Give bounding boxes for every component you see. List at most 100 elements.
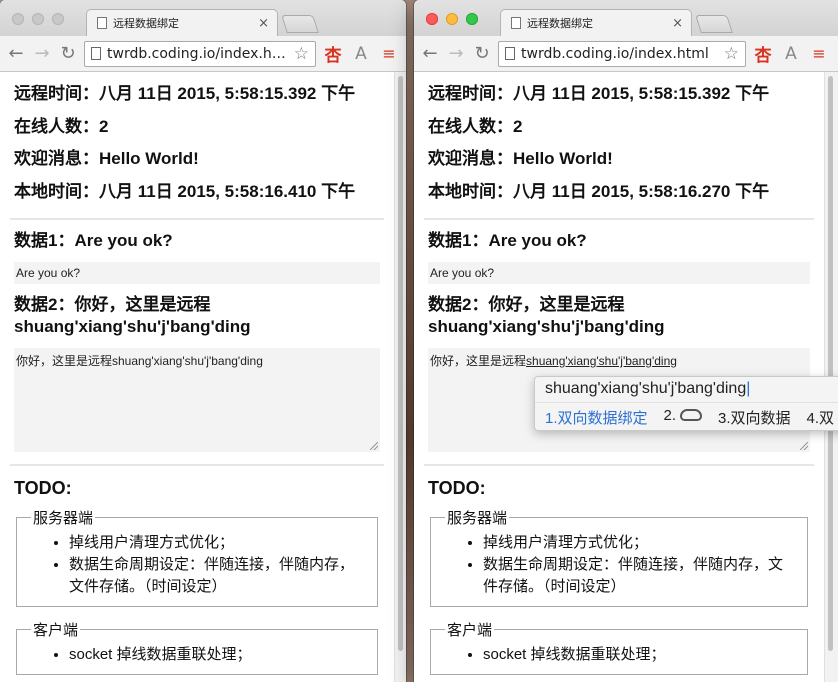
reload-button[interactable]: ↻ bbox=[58, 43, 78, 64]
tab-title: 远程数据绑定 bbox=[527, 17, 593, 30]
divider bbox=[424, 218, 814, 220]
toolbar: ← → ↻ twrdb.coding.io/index.html ☆ 杏 A ≡ bbox=[0, 36, 406, 72]
welcome-label: 欢迎消息： bbox=[428, 149, 513, 168]
angular-extension-icon[interactable]: A bbox=[780, 44, 802, 64]
ime-composition: shuang'xiang'shu'j'bang'ding| bbox=[535, 377, 838, 403]
local-time-line: 本地时间：八月 11日 2015, 5:58:16.410 下午 bbox=[14, 180, 380, 213]
data1-input[interactable]: Are you ok? bbox=[14, 262, 380, 284]
scrollbar[interactable] bbox=[394, 72, 406, 682]
welcome-line: 欢迎消息：Hello World! bbox=[428, 147, 810, 180]
data2-heading: 数据2：你好，这里是远程shuang'xiang'shu'j'bang'ding bbox=[428, 295, 665, 336]
data1-heading: 数据1：Are you ok? bbox=[428, 231, 587, 250]
client-todo-list: socket 掉线数据重联处理； bbox=[29, 644, 365, 666]
divider bbox=[424, 464, 814, 466]
data2-text: 你好，这里是远程 bbox=[430, 354, 527, 368]
welcome-line: 欢迎消息：Hello World! bbox=[14, 147, 380, 180]
ime-candidate[interactable]: 2. bbox=[664, 407, 703, 428]
resize-grip-icon[interactable] bbox=[370, 442, 378, 450]
local-time-label: 本地时间： bbox=[14, 181, 99, 201]
extension-xing-icon[interactable]: 杏 bbox=[322, 41, 344, 66]
window-controls bbox=[426, 13, 478, 25]
forward-button[interactable]: → bbox=[446, 43, 466, 64]
address-bar[interactable]: twrdb.coding.io/index.html ☆ bbox=[498, 40, 746, 67]
data1-input[interactable]: Are you ok? bbox=[428, 262, 810, 284]
new-tab-button[interactable] bbox=[695, 15, 733, 33]
tab-close-icon[interactable]: × bbox=[672, 16, 683, 31]
list-item: socket 掉线数据重联处理； bbox=[483, 644, 795, 666]
remote-time-label: 远程时间： bbox=[14, 84, 99, 103]
ime-candidate[interactable]: 1.双向数据绑定 bbox=[545, 407, 648, 428]
local-time-value: 八月 11日 2015, 5:58:16.410 下午 bbox=[99, 181, 356, 201]
forward-button[interactable]: → bbox=[32, 43, 52, 64]
server-todo-list: 掉线用户清理方式优化； 数据生命周期设定：伴随连接，伴随内存，文件存储。（时间设… bbox=[443, 532, 795, 598]
remote-time-line: 远程时间：八月 11日 2015, 5:58:15.392 下午 bbox=[428, 82, 810, 115]
remote-time-label: 远程时间： bbox=[428, 84, 513, 103]
browser-window-right: 远程数据绑定 × ← → ↻ twrdb.coding.io/index.htm… bbox=[414, 0, 838, 682]
menu-icon[interactable]: ≡ bbox=[808, 44, 830, 63]
minimize-window-button[interactable] bbox=[446, 13, 458, 25]
document-icon bbox=[511, 17, 521, 29]
reload-button[interactable]: ↻ bbox=[472, 43, 492, 64]
document-icon bbox=[97, 17, 107, 29]
tab-close-icon[interactable]: × bbox=[258, 16, 269, 31]
page-content: 远程时间：八月 11日 2015, 5:58:15.392 下午 在线人数：2 … bbox=[0, 72, 394, 682]
tab-active[interactable]: 远程数据绑定 × bbox=[86, 9, 278, 36]
ime-caret: | bbox=[746, 380, 751, 397]
todo-title: TODO: bbox=[14, 478, 72, 498]
client-fieldset: 客户端 socket 掉线数据重联处理； bbox=[16, 619, 378, 675]
data2-text: 你好，这里是远程shuang'xiang'shu'j'bang'ding bbox=[16, 354, 263, 368]
server-fieldset: 服务器端 掉线用户清理方式优化； 数据生命周期设定：伴随连接，伴随内存，文件存储… bbox=[16, 507, 378, 607]
remote-time-value: 八月 11日 2015, 5:58:15.392 下午 bbox=[99, 84, 356, 103]
resize-grip-icon[interactable] bbox=[800, 442, 808, 450]
data2-heading: 数据2：你好，这里是远程shuang'xiang'shu'j'bang'ding bbox=[14, 295, 251, 336]
tab-strip: 远程数据绑定 × bbox=[414, 0, 838, 36]
remote-time-line: 远程时间：八月 11日 2015, 5:58:15.392 下午 bbox=[14, 82, 380, 115]
list-item: 掉线用户清理方式优化； bbox=[69, 532, 365, 554]
page-icon bbox=[505, 47, 515, 60]
back-button[interactable]: ← bbox=[420, 43, 440, 64]
page-icon bbox=[91, 47, 101, 60]
new-tab-button[interactable] bbox=[281, 15, 319, 33]
local-time-value: 八月 11日 2015, 5:58:16.270 下午 bbox=[513, 181, 770, 201]
tab-title: 远程数据绑定 bbox=[113, 17, 179, 30]
bookmark-star-icon[interactable]: ☆ bbox=[724, 44, 739, 64]
address-bar[interactable]: twrdb.coding.io/index.html ☆ bbox=[84, 40, 316, 67]
remote-time-value: 八月 11日 2015, 5:58:15.392 下午 bbox=[513, 84, 770, 103]
back-button[interactable]: ← bbox=[6, 43, 26, 64]
minimize-window-button[interactable] bbox=[32, 13, 44, 25]
local-time-line: 本地时间：八月 11日 2015, 5:58:16.270 下午 bbox=[428, 180, 810, 213]
url-text[interactable]: twrdb.coding.io/index.html bbox=[521, 46, 718, 62]
client-legend: 客户端 bbox=[447, 622, 493, 639]
client-todo-list: socket 掉线数据重联处理； bbox=[443, 644, 795, 666]
list-item: 掉线用户清理方式优化； bbox=[483, 532, 795, 554]
url-text[interactable]: twrdb.coding.io/index.html bbox=[107, 46, 288, 62]
close-window-button[interactable] bbox=[12, 13, 24, 25]
toolbar: ← → ↻ twrdb.coding.io/index.html ☆ 杏 A ≡ bbox=[414, 36, 838, 72]
zoom-window-button[interactable] bbox=[52, 13, 64, 25]
browser-window-left: 远程数据绑定 × ← → ↻ twrdb.coding.io/index.htm… bbox=[0, 0, 406, 682]
menu-icon[interactable]: ≡ bbox=[378, 44, 400, 63]
data2-textarea[interactable]: 你好，这里是远程shuang'xiang'shu'j'bang'ding bbox=[14, 348, 380, 452]
welcome-value: Hello World! bbox=[99, 149, 199, 168]
ime-candidate[interactable]: 3.双向数据 bbox=[718, 407, 791, 428]
bookmark-star-icon[interactable]: ☆ bbox=[294, 44, 309, 64]
online-count-value: 2 bbox=[99, 116, 109, 136]
zoom-window-button[interactable] bbox=[466, 13, 478, 25]
scrollbar-thumb[interactable] bbox=[828, 76, 833, 651]
ime-composition-text: shuang'xiang'shu'j'bang'ding bbox=[545, 380, 747, 397]
angular-extension-icon[interactable]: A bbox=[350, 44, 372, 64]
ime-candidate-window: shuang'xiang'shu'j'bang'ding| 1.双向数据绑定 2… bbox=[534, 376, 838, 431]
data2-composing-text: shuang'xiang'shu'j'bang'ding bbox=[526, 354, 677, 368]
client-fieldset: 客户端 socket 掉线数据重联处理； bbox=[430, 619, 808, 675]
divider bbox=[10, 464, 384, 466]
divider bbox=[10, 218, 384, 220]
extension-xing-icon[interactable]: 杏 bbox=[752, 41, 774, 66]
close-window-button[interactable] bbox=[426, 13, 438, 25]
online-count-label: 在线人数： bbox=[428, 116, 513, 136]
ime-candidate[interactable]: 4.双 bbox=[807, 407, 835, 428]
todo-title: TODO: bbox=[428, 478, 486, 498]
online-count-value: 2 bbox=[513, 116, 523, 136]
scrollbar-thumb[interactable] bbox=[398, 76, 403, 651]
server-legend: 服务器端 bbox=[447, 510, 508, 527]
tab-active[interactable]: 远程数据绑定 × bbox=[500, 9, 692, 36]
